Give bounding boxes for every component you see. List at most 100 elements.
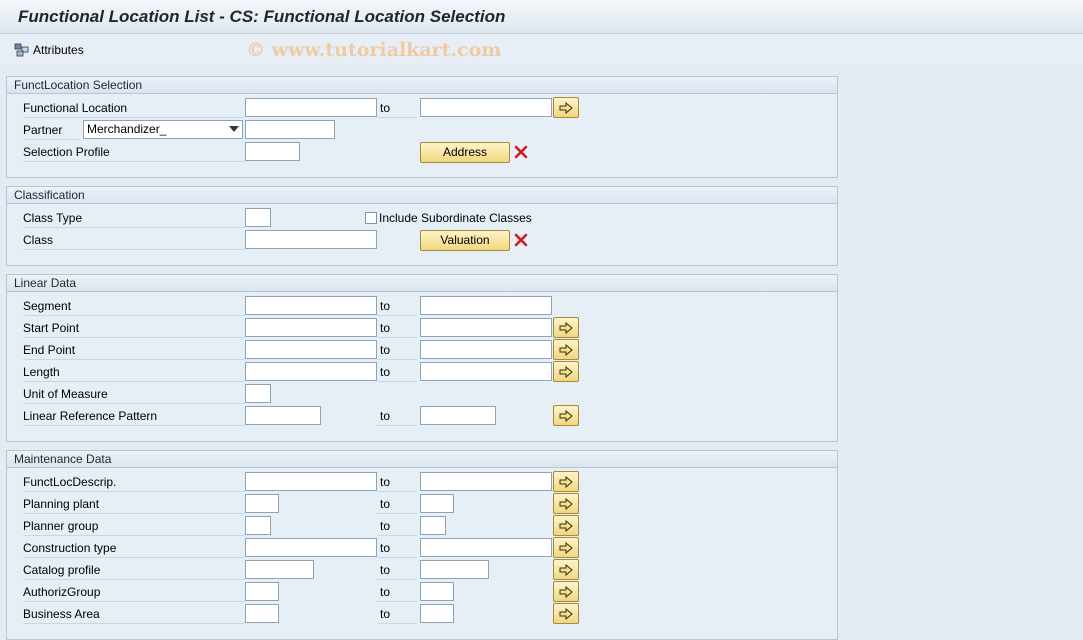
unit-of-measure-label: Unit of Measure [23, 384, 245, 404]
funct-loc-descrip-to-input[interactable] [420, 472, 552, 491]
segment-from-input[interactable] [245, 296, 377, 315]
to-label: to [377, 98, 417, 118]
delete-x-icon[interactable] [514, 145, 528, 159]
multiple-selection-button[interactable] [553, 97, 579, 118]
business-area-from-input[interactable] [245, 604, 279, 623]
end-point-to-input[interactable] [420, 340, 552, 359]
row-start-point: Start Point to [7, 317, 837, 339]
end-point-label: End Point [23, 340, 245, 360]
multiple-selection-button[interactable] [553, 515, 579, 536]
functional-location-to-input[interactable] [420, 98, 552, 117]
chevron-down-icon[interactable] [229, 126, 239, 132]
multiple-selection-button[interactable] [553, 405, 579, 426]
planner-group-label: Planner group [23, 516, 245, 536]
group-classification: Classification Class Type Include Subord… [6, 186, 838, 266]
multiple-selection-button[interactable] [553, 471, 579, 492]
class-input[interactable] [245, 230, 377, 249]
construction-type-label: Construction type [23, 538, 245, 558]
catalog-profile-from-input[interactable] [245, 560, 314, 579]
group-header: FunctLocation Selection [7, 77, 837, 94]
row-planner-group: Planner group to [7, 515, 837, 537]
row-funct-loc-descrip: FunctLocDescrip. to [7, 471, 837, 493]
multiple-selection-button[interactable] [553, 581, 579, 602]
authoriz-group-from-input[interactable] [245, 582, 279, 601]
linear-reference-pattern-to-input[interactable] [420, 406, 496, 425]
length-label: Length [23, 362, 245, 382]
partner-input[interactable] [245, 120, 335, 139]
to-label: to [377, 538, 417, 558]
segment-to-input[interactable] [420, 296, 552, 315]
construction-type-to-input[interactable] [420, 538, 552, 557]
page-title: Functional Location List - CS: Functiona… [18, 7, 506, 26]
class-type-label: Class Type [23, 208, 245, 228]
multiple-selection-button[interactable] [553, 317, 579, 338]
to-label: to [377, 296, 417, 316]
group-maintenance-data: Maintenance Data FunctLocDescrip. to Pla… [6, 450, 838, 640]
multiple-selection-button[interactable] [553, 493, 579, 514]
start-point-from-input[interactable] [245, 318, 377, 337]
partner-function-value: Merchandizer_ [87, 122, 167, 136]
start-point-to-input[interactable] [420, 318, 552, 337]
catalog-profile-to-input[interactable] [420, 560, 489, 579]
multiple-selection-button[interactable] [553, 559, 579, 580]
include-subordinate-checkbox[interactable] [365, 212, 377, 224]
arrow-right-icon [559, 409, 573, 422]
to-label: to [377, 340, 417, 360]
row-class: Class Valuation [7, 229, 837, 251]
attributes-button[interactable]: Attributes [14, 41, 84, 59]
partner-label: Partner [23, 120, 79, 140]
arrow-right-icon [559, 519, 573, 532]
funct-loc-descrip-label: FunctLocDescrip. [23, 472, 245, 492]
construction-type-from-input[interactable] [245, 538, 377, 557]
title-bar: Functional Location List - CS: Functiona… [0, 0, 1083, 34]
row-end-point: End Point to [7, 339, 837, 361]
row-length: Length to [7, 361, 837, 383]
delete-x-icon[interactable] [514, 233, 528, 247]
arrow-right-icon [559, 343, 573, 356]
class-type-input[interactable] [245, 208, 271, 227]
authoriz-group-label: AuthorizGroup [23, 582, 245, 602]
arrow-right-icon [559, 563, 573, 576]
multiple-selection-button[interactable] [553, 339, 579, 360]
address-button[interactable]: Address [420, 142, 510, 163]
selection-profile-input[interactable] [245, 142, 300, 161]
planning-plant-from-input[interactable] [245, 494, 279, 513]
authoriz-group-to-input[interactable] [420, 582, 454, 601]
group-header: Classification [7, 187, 837, 204]
planning-plant-to-input[interactable] [420, 494, 454, 513]
group-header: Maintenance Data [7, 451, 837, 468]
funct-loc-descrip-from-input[interactable] [245, 472, 377, 491]
application-toolbar: Attributes © www.tutorialkart.com [0, 35, 1083, 65]
planning-plant-label: Planning plant [23, 494, 245, 514]
arrow-right-icon [559, 321, 573, 334]
planner-group-from-input[interactable] [245, 516, 271, 535]
linear-reference-pattern-from-input[interactable] [245, 406, 321, 425]
arrow-right-icon [559, 541, 573, 554]
to-label: to [377, 318, 417, 338]
functional-location-from-input[interactable] [245, 98, 377, 117]
business-area-to-input[interactable] [420, 604, 454, 623]
arrow-right-icon [559, 607, 573, 620]
valuation-button[interactable]: Valuation [420, 230, 510, 251]
multiple-selection-button[interactable] [553, 361, 579, 382]
row-segment: Segment to [7, 295, 837, 317]
selection-profile-label: Selection Profile [23, 142, 245, 162]
planner-group-to-input[interactable] [420, 516, 446, 535]
segment-label: Segment [23, 296, 245, 316]
row-planning-plant: Planning plant to [7, 493, 837, 515]
to-label: to [377, 362, 417, 382]
multiple-selection-button[interactable] [553, 537, 579, 558]
to-label: to [377, 582, 417, 602]
multiple-selection-button[interactable] [553, 603, 579, 624]
unit-of-measure-input[interactable] [245, 384, 271, 403]
length-from-input[interactable] [245, 362, 377, 381]
partner-function-dropdown[interactable]: Merchandizer_ [83, 120, 243, 139]
arrow-right-icon [559, 475, 573, 488]
length-to-input[interactable] [420, 362, 552, 381]
group-funct-location-selection: FunctLocation Selection Functional Locat… [6, 76, 838, 178]
group-header: Linear Data [7, 275, 837, 292]
row-functional-location: Functional Location to [7, 97, 837, 119]
end-point-from-input[interactable] [245, 340, 377, 359]
row-selection-profile: Selection Profile Address [7, 141, 837, 163]
to-label: to [377, 494, 417, 514]
